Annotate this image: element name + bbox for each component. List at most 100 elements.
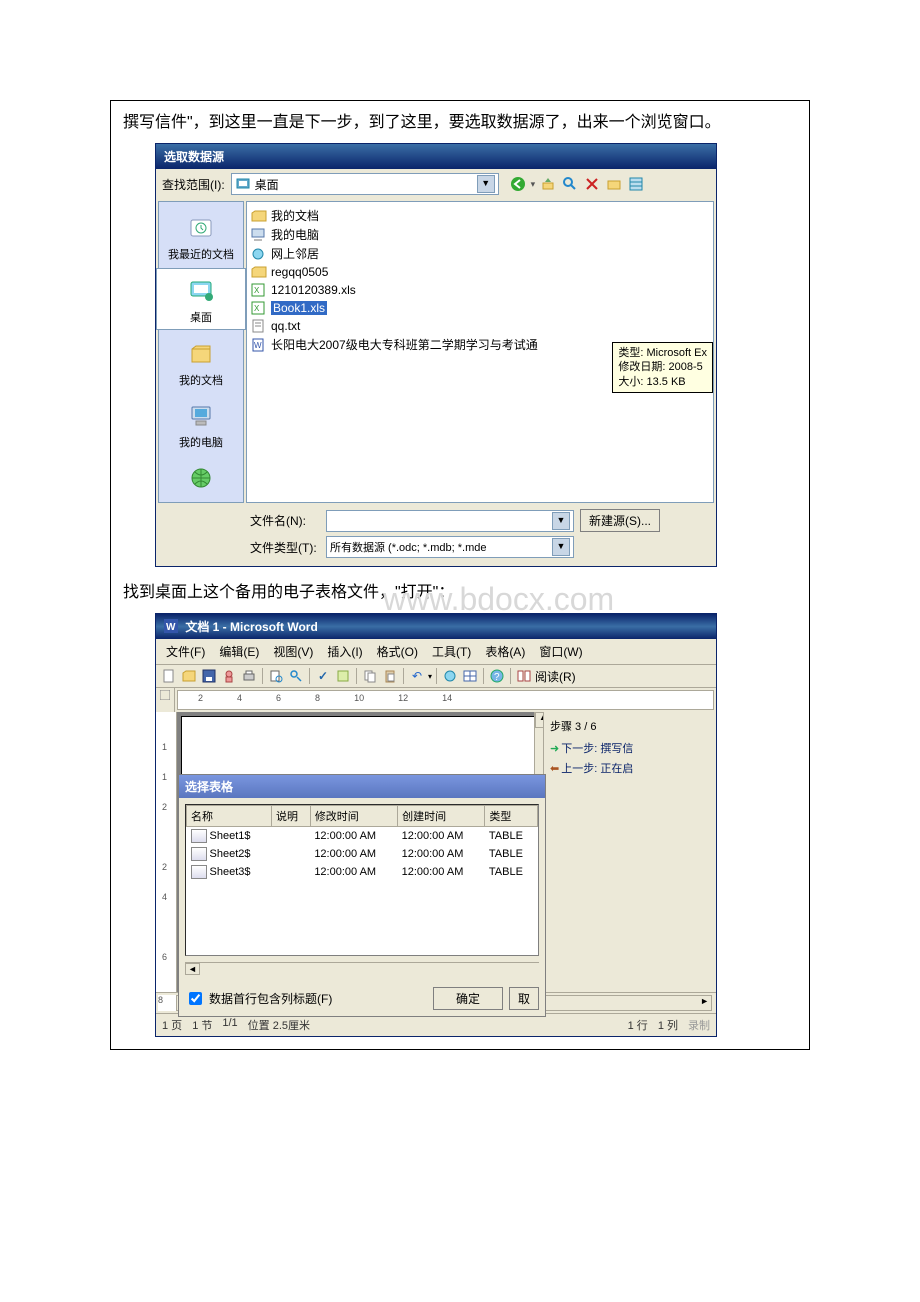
table-icon[interactable] bbox=[461, 667, 479, 685]
undo-icon[interactable]: ↶ bbox=[408, 667, 426, 685]
delete-icon[interactable] bbox=[583, 175, 601, 193]
menubar: 文件(F) 编辑(E) 视图(V) 插入(I) 格式(O) 工具(T) 表格(A… bbox=[156, 639, 716, 665]
col-type[interactable]: 类型 bbox=[485, 806, 538, 827]
ruler-toggle[interactable] bbox=[156, 688, 175, 712]
menu-edit[interactable]: 编辑(E) bbox=[213, 641, 265, 662]
paste-icon[interactable] bbox=[381, 667, 399, 685]
word-icon: W bbox=[164, 620, 181, 634]
read-icon[interactable] bbox=[515, 667, 533, 685]
print-icon[interactable] bbox=[240, 667, 258, 685]
search-toolbar-icon[interactable] bbox=[287, 667, 305, 685]
col-name[interactable]: 名称 bbox=[187, 806, 272, 827]
place-network[interactable] bbox=[157, 456, 245, 498]
menu-table[interactable]: 表格(A) bbox=[479, 641, 531, 662]
search-icon[interactable] bbox=[561, 175, 579, 193]
paragraph-2: 找到桌面上这个备用的电子表格文件，"打开"： www.bdocx.com bbox=[123, 581, 797, 605]
new-source-button[interactable]: 新建源(S)... bbox=[580, 509, 660, 532]
file-item[interactable]: qq.txt bbox=[251, 317, 709, 335]
step-label: 步骤 3 / 6 bbox=[550, 718, 710, 734]
desktop-place-icon bbox=[185, 275, 217, 307]
file-item[interactable]: X1210120389.xls bbox=[251, 281, 709, 299]
grid-scrollbar[interactable] bbox=[185, 962, 539, 977]
arrow-next-icon: ➜ bbox=[550, 743, 559, 755]
status-section: 1 节 bbox=[192, 1017, 212, 1033]
task-pane: 步骤 3 / 6 ➜下一步: 撰写信 ⬅上一步: 正在启 bbox=[543, 712, 716, 992]
lookin-label: 查找范围(I): bbox=[162, 176, 225, 193]
place-computer[interactable]: 我的电脑 bbox=[157, 394, 245, 454]
menu-window[interactable]: 窗口(W) bbox=[533, 641, 588, 662]
network-icon bbox=[251, 246, 267, 262]
place-recent[interactable]: 我最近的文档 bbox=[157, 206, 245, 266]
file-tooltip: 类型: Microsoft Ex 修改日期: 2008-5 大小: 13.5 K… bbox=[612, 342, 713, 393]
dropdown-icon[interactable]: ▼ bbox=[477, 175, 495, 193]
file-item[interactable]: 我的电脑 bbox=[251, 225, 709, 244]
menu-tools[interactable]: 工具(T) bbox=[426, 641, 477, 662]
col-mod[interactable]: 修改时间 bbox=[310, 806, 397, 827]
menu-file[interactable]: 文件(F) bbox=[160, 641, 211, 662]
spelling-icon[interactable]: ✓ bbox=[314, 667, 332, 685]
file-item[interactable]: regqq0505 bbox=[251, 263, 709, 281]
printpreview-icon[interactable] bbox=[267, 667, 285, 685]
word-title: W 文档 1 - Microsoft Word bbox=[156, 614, 716, 639]
documents-icon bbox=[185, 338, 217, 370]
file-item[interactable]: 网上邻居 bbox=[251, 244, 709, 263]
lookin-value: 桌面 bbox=[255, 176, 279, 193]
ok-button[interactable]: 确定 bbox=[433, 987, 503, 1010]
document-area: 112 246 选择表格 名称 说明 修改时间 创建时间 类型 Sheet1$1… bbox=[156, 712, 716, 992]
filetype-combo[interactable]: 所有数据源 (*.odc; *.mdb; *.mde▼ bbox=[326, 536, 574, 558]
research-icon[interactable] bbox=[334, 667, 352, 685]
menu-view[interactable]: 视图(V) bbox=[267, 641, 319, 662]
status-position: 位置 2.5厘米 bbox=[248, 1017, 310, 1033]
prev-step-link[interactable]: 上一步: 正在启 bbox=[561, 763, 633, 775]
svg-text:W: W bbox=[254, 341, 262, 350]
link-icon[interactable] bbox=[441, 667, 459, 685]
recent-icon bbox=[185, 212, 217, 244]
place-documents[interactable]: 我的文档 bbox=[157, 332, 245, 392]
up-icon[interactable] bbox=[539, 175, 557, 193]
file-item-selected[interactable]: XBook1.xls bbox=[251, 299, 709, 317]
folder-icon bbox=[251, 208, 267, 224]
sheet-icon bbox=[191, 847, 207, 861]
xls-icon: X bbox=[251, 282, 267, 298]
next-step-link[interactable]: 下一步: 撰写信 bbox=[561, 743, 633, 755]
newfolder-icon[interactable] bbox=[605, 175, 623, 193]
col-crt[interactable]: 创建时间 bbox=[398, 806, 485, 827]
status-record: 录制 bbox=[688, 1017, 710, 1033]
horizontal-ruler[interactable]: 2468101214 bbox=[177, 690, 714, 710]
place-desktop[interactable]: 桌面 bbox=[156, 268, 246, 330]
computer-small-icon bbox=[251, 227, 267, 243]
table-row[interactable]: Sheet1$12:00:00 AM12:00:00 AMTABLE bbox=[187, 827, 538, 846]
menu-format[interactable]: 格式(O) bbox=[371, 641, 424, 662]
col-desc[interactable]: 说明 bbox=[272, 806, 311, 827]
select-data-source-dialog: 选取数据源 查找范围(I): 桌面 ▼ ▾ 我最近的文档 bbox=[155, 143, 717, 567]
back-icon[interactable] bbox=[509, 175, 527, 193]
help-icon[interactable]: ? bbox=[488, 667, 506, 685]
new-icon[interactable] bbox=[160, 667, 178, 685]
svg-text:?: ? bbox=[494, 672, 500, 683]
file-list[interactable]: 我的文档 我的电脑 网上邻居 regqq0505 X1210120389.xls… bbox=[246, 201, 714, 503]
toolbar: ✓ ↶ ▾ ? 阅读(R) bbox=[156, 665, 716, 688]
filename-combo[interactable]: ▼ bbox=[326, 510, 574, 532]
read-label[interactable]: 阅读(R) bbox=[535, 668, 576, 685]
svg-text:X: X bbox=[254, 304, 260, 313]
file-item[interactable]: 我的文档 bbox=[251, 206, 709, 225]
views-icon[interactable] bbox=[627, 175, 645, 193]
table-grid[interactable]: 名称 说明 修改时间 创建时间 类型 Sheet1$12:00:00 AM12:… bbox=[185, 804, 539, 956]
table-row[interactable]: Sheet2$12:00:00 AM12:00:00 AMTABLE bbox=[187, 845, 538, 863]
dropdown-icon[interactable]: ▼ bbox=[552, 538, 570, 556]
open-icon[interactable] bbox=[180, 667, 198, 685]
table-row[interactable]: Sheet3$12:00:00 AM12:00:00 AMTABLE bbox=[187, 863, 538, 881]
cancel-button[interactable]: 取 bbox=[509, 987, 539, 1010]
lookin-combo[interactable]: 桌面 ▼ bbox=[231, 173, 499, 195]
menu-insert[interactable]: 插入(I) bbox=[321, 641, 368, 662]
first-row-checkbox[interactable]: 数据首行包含列标题(F) bbox=[185, 989, 332, 1008]
word-window: W 文档 1 - Microsoft Word 文件(F) 编辑(E) 视图(V… bbox=[155, 613, 717, 1037]
vertical-ruler[interactable]: 112 246 bbox=[156, 712, 177, 992]
select-table-dialog: 选择表格 名称 说明 修改时间 创建时间 类型 Sheet1$12:00:00 … bbox=[178, 774, 546, 1017]
permission-icon[interactable] bbox=[220, 667, 238, 685]
txt-icon bbox=[251, 318, 267, 334]
ruler-corner: 8 bbox=[158, 995, 176, 1011]
copy-icon[interactable] bbox=[361, 667, 379, 685]
save-icon[interactable] bbox=[200, 667, 218, 685]
dropdown-icon[interactable]: ▼ bbox=[552, 512, 570, 530]
